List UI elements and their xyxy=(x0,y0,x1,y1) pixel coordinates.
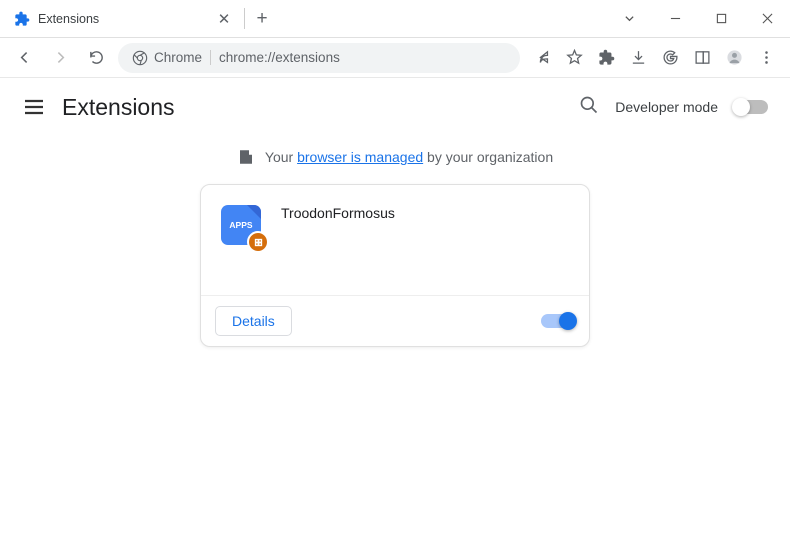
details-button[interactable]: Details xyxy=(215,306,292,336)
separator xyxy=(210,50,211,65)
extension-card: APPS TroodonFormosus Details xyxy=(200,184,590,347)
omnibox-prefix: Chrome xyxy=(132,50,202,66)
extension-enable-toggle[interactable] xyxy=(541,314,575,328)
developer-mode-label: Developer mode xyxy=(615,99,718,115)
extension-puzzle-icon xyxy=(14,11,30,27)
titlebar: Extensions ✕ + xyxy=(0,0,790,38)
browser-managed-link[interactable]: browser is managed xyxy=(297,149,423,165)
browser-toolbar: Chrome chrome://extensions xyxy=(0,38,790,78)
extension-app-icon: APPS xyxy=(221,205,263,247)
page-header: Extensions Developer mode xyxy=(0,78,790,136)
address-bar[interactable]: Chrome chrome://extensions xyxy=(118,43,520,73)
reload-button[interactable] xyxy=(82,44,110,72)
tab-title: Extensions xyxy=(38,12,207,26)
omnibox-prefix-label: Chrome xyxy=(154,50,202,65)
maximize-button[interactable] xyxy=(698,0,744,37)
developer-mode-toggle[interactable] xyxy=(734,100,768,114)
reading-list-icon[interactable] xyxy=(688,44,716,72)
kebab-menu-icon[interactable] xyxy=(752,44,780,72)
omnibox-url: chrome://extensions xyxy=(219,50,340,65)
chevron-down-icon[interactable] xyxy=(606,0,652,37)
window-controls xyxy=(606,0,790,37)
managed-banner: Your browser is managed by your organiza… xyxy=(0,136,790,184)
hamburger-menu-icon[interactable] xyxy=(22,95,46,119)
share-icon[interactable] xyxy=(528,44,556,72)
google-icon[interactable] xyxy=(656,44,684,72)
extension-name: TroodonFormosus xyxy=(281,205,395,255)
download-icon[interactable] xyxy=(624,44,652,72)
chrome-icon xyxy=(132,50,148,66)
minimize-button[interactable] xyxy=(652,0,698,37)
building-icon xyxy=(237,148,255,166)
extensions-puzzle-icon[interactable] xyxy=(592,44,620,72)
close-tab-icon[interactable]: ✕ xyxy=(215,10,233,28)
back-button[interactable] xyxy=(10,44,38,72)
new-tab-button[interactable]: + xyxy=(245,0,279,37)
profile-avatar-icon[interactable] xyxy=(720,44,748,72)
search-icon[interactable] xyxy=(579,95,599,120)
managed-badge-icon xyxy=(247,231,269,253)
browser-tab[interactable]: Extensions ✕ xyxy=(0,0,245,37)
banner-text: Your browser is managed by your organiza… xyxy=(265,149,553,165)
page-title: Extensions xyxy=(62,94,175,121)
forward-button xyxy=(46,44,74,72)
close-window-button[interactable] xyxy=(744,0,790,37)
bookmark-star-icon[interactable] xyxy=(560,44,588,72)
